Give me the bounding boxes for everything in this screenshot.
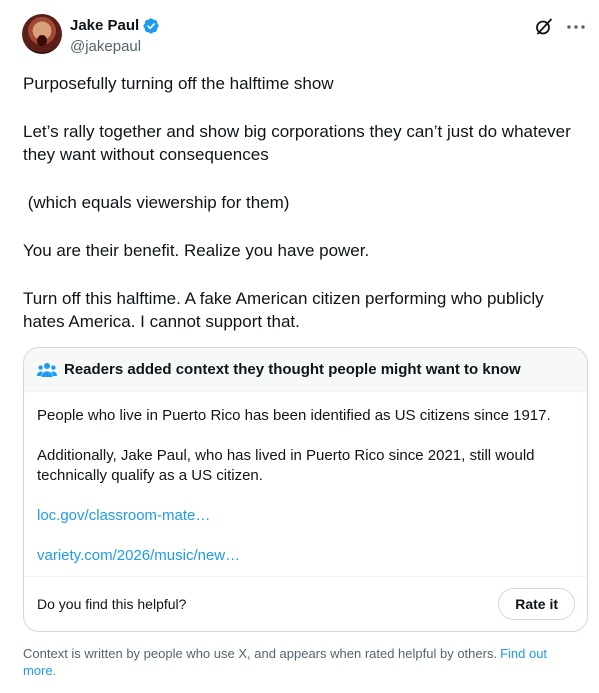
avatar[interactable] [22, 14, 62, 54]
people-icon [37, 362, 57, 378]
avatar-detail [37, 35, 47, 46]
tweet-paragraph: Purposefully turning off the halftime sh… [23, 74, 334, 93]
community-note-title: Readers added context they thought peopl… [64, 361, 521, 378]
tweet: Jake Paul @jakepaul Purposefully turning… [0, 0, 599, 693]
note-source-link[interactable]: loc.gov/classroom-mate… [37, 507, 210, 524]
name-row: Jake Paul [70, 16, 160, 36]
author-handle[interactable]: @jakepaul [70, 37, 160, 57]
rate-it-button[interactable]: Rate it [498, 588, 575, 620]
tweet-paragraph: Let’s rally together and show big corpor… [23, 121, 571, 165]
helpful-question: Do you find this helpful? [37, 596, 187, 612]
top-actions [534, 17, 586, 37]
note-source-link[interactable]: variety.com/2026/music/new… [37, 547, 240, 564]
more-options-icon[interactable] [566, 17, 586, 37]
tweet-paragraph: Turn off this halftime. A fake American … [23, 288, 544, 332]
tweet-paragraph: (which equals viewership for them) [23, 193, 290, 213]
author-block: Jake Paul @jakepaul [70, 16, 160, 57]
community-note-footer: Do you find this helpful? Rate it [24, 576, 587, 631]
community-note-card: Readers added context they thought peopl… [23, 347, 588, 632]
community-note-body: People who live in Puerto Rico has been … [24, 392, 587, 566]
note-paragraph: Additionally, Jake Paul, who has lived i… [37, 447, 535, 484]
context-text: Context is written by people who use X, … [23, 646, 498, 661]
tweet-paragraph: You are their benefit. Realize you have … [23, 240, 370, 260]
author-display-name[interactable]: Jake Paul [70, 16, 139, 36]
community-note-header: Readers added context they thought peopl… [24, 348, 587, 392]
note-paragraph: People who live in Puerto Rico has been … [37, 407, 551, 424]
context-disclaimer: Context is written by people who use X, … [23, 645, 579, 679]
grok-icon[interactable] [534, 17, 554, 37]
verified-badge-icon[interactable] [142, 17, 160, 35]
tweet-text: Purposefully turning off the halftime sh… [23, 72, 579, 334]
